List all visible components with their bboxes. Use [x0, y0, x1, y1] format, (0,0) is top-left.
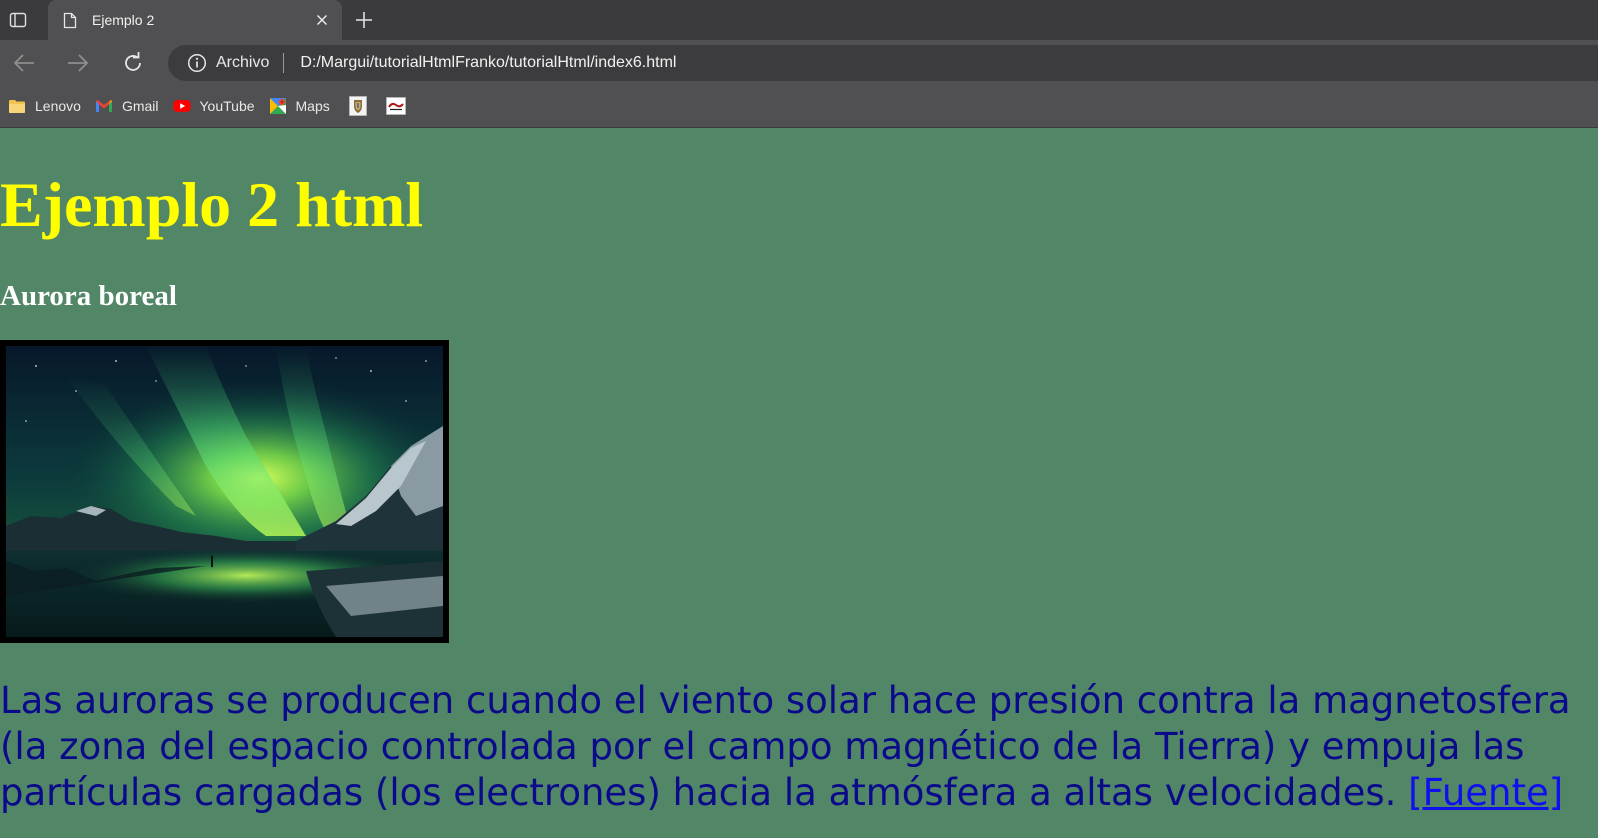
sidebar-toggle-icon[interactable]	[8, 10, 28, 30]
bookmark-lenovo[interactable]: Lenovo	[8, 92, 81, 120]
forward-icon[interactable]	[65, 50, 91, 76]
back-icon[interactable]	[11, 50, 37, 76]
close-tab-icon[interactable]	[312, 10, 332, 30]
bookmark-gmail[interactable]: Gmail	[95, 92, 159, 120]
bookmark-label: Lenovo	[35, 97, 81, 114]
description-text: Las auroras se producen cuando el viento…	[0, 679, 1571, 814]
bookmark-logo-icon[interactable]	[385, 96, 406, 116]
description-paragraph: Las auroras se producen cuando el viento…	[0, 678, 1598, 816]
address-scheme-label: Archivo	[216, 54, 270, 71]
page-subheading: Aurora boreal	[0, 280, 177, 312]
bookmark-label: Maps	[295, 97, 330, 114]
gmail-icon	[95, 97, 113, 115]
aurora-borealis-photo	[0, 340, 449, 643]
source-link[interactable]: [Fuente]	[1408, 771, 1563, 814]
tab-strip: Ejemplo 2	[0, 0, 1598, 40]
web-page: Ejemplo 2 html Aurora boreal Las auroras…	[0, 128, 1598, 838]
page-heading: Ejemplo 2 html	[0, 169, 424, 240]
bookmarks-bar: Lenovo Gmail YouTube Maps	[0, 84, 1598, 128]
active-tab[interactable]: Ejemplo 2	[48, 0, 342, 40]
document-icon	[62, 11, 78, 29]
address-bar[interactable]: Archivo D:/Margui/tutorialHtmlFranko/tut…	[168, 45, 1598, 81]
tab-title: Ejemplo 2	[92, 12, 155, 28]
bookmark-label: Gmail	[121, 97, 159, 114]
bookmark-label: YouTube	[199, 97, 255, 114]
folder-icon	[8, 97, 26, 115]
url-text[interactable]: D:/Margui/tutorialHtmlFranko/tutorialHtm…	[300, 54, 676, 72]
bookmark-maps[interactable]: Maps	[269, 92, 330, 120]
browser-toolbar: Archivo D:/Margui/tutorialHtmlFranko/tut…	[0, 40, 1598, 84]
address-separator	[283, 53, 285, 73]
info-icon[interactable]	[186, 52, 208, 74]
new-tab-icon[interactable]	[352, 8, 376, 32]
reload-icon[interactable]	[120, 50, 146, 76]
bookmark-crest-icon[interactable]	[348, 95, 368, 116]
bookmark-youtube[interactable]: YouTube	[172, 92, 255, 120]
youtube-icon	[172, 97, 191, 115]
maps-icon	[269, 97, 287, 115]
